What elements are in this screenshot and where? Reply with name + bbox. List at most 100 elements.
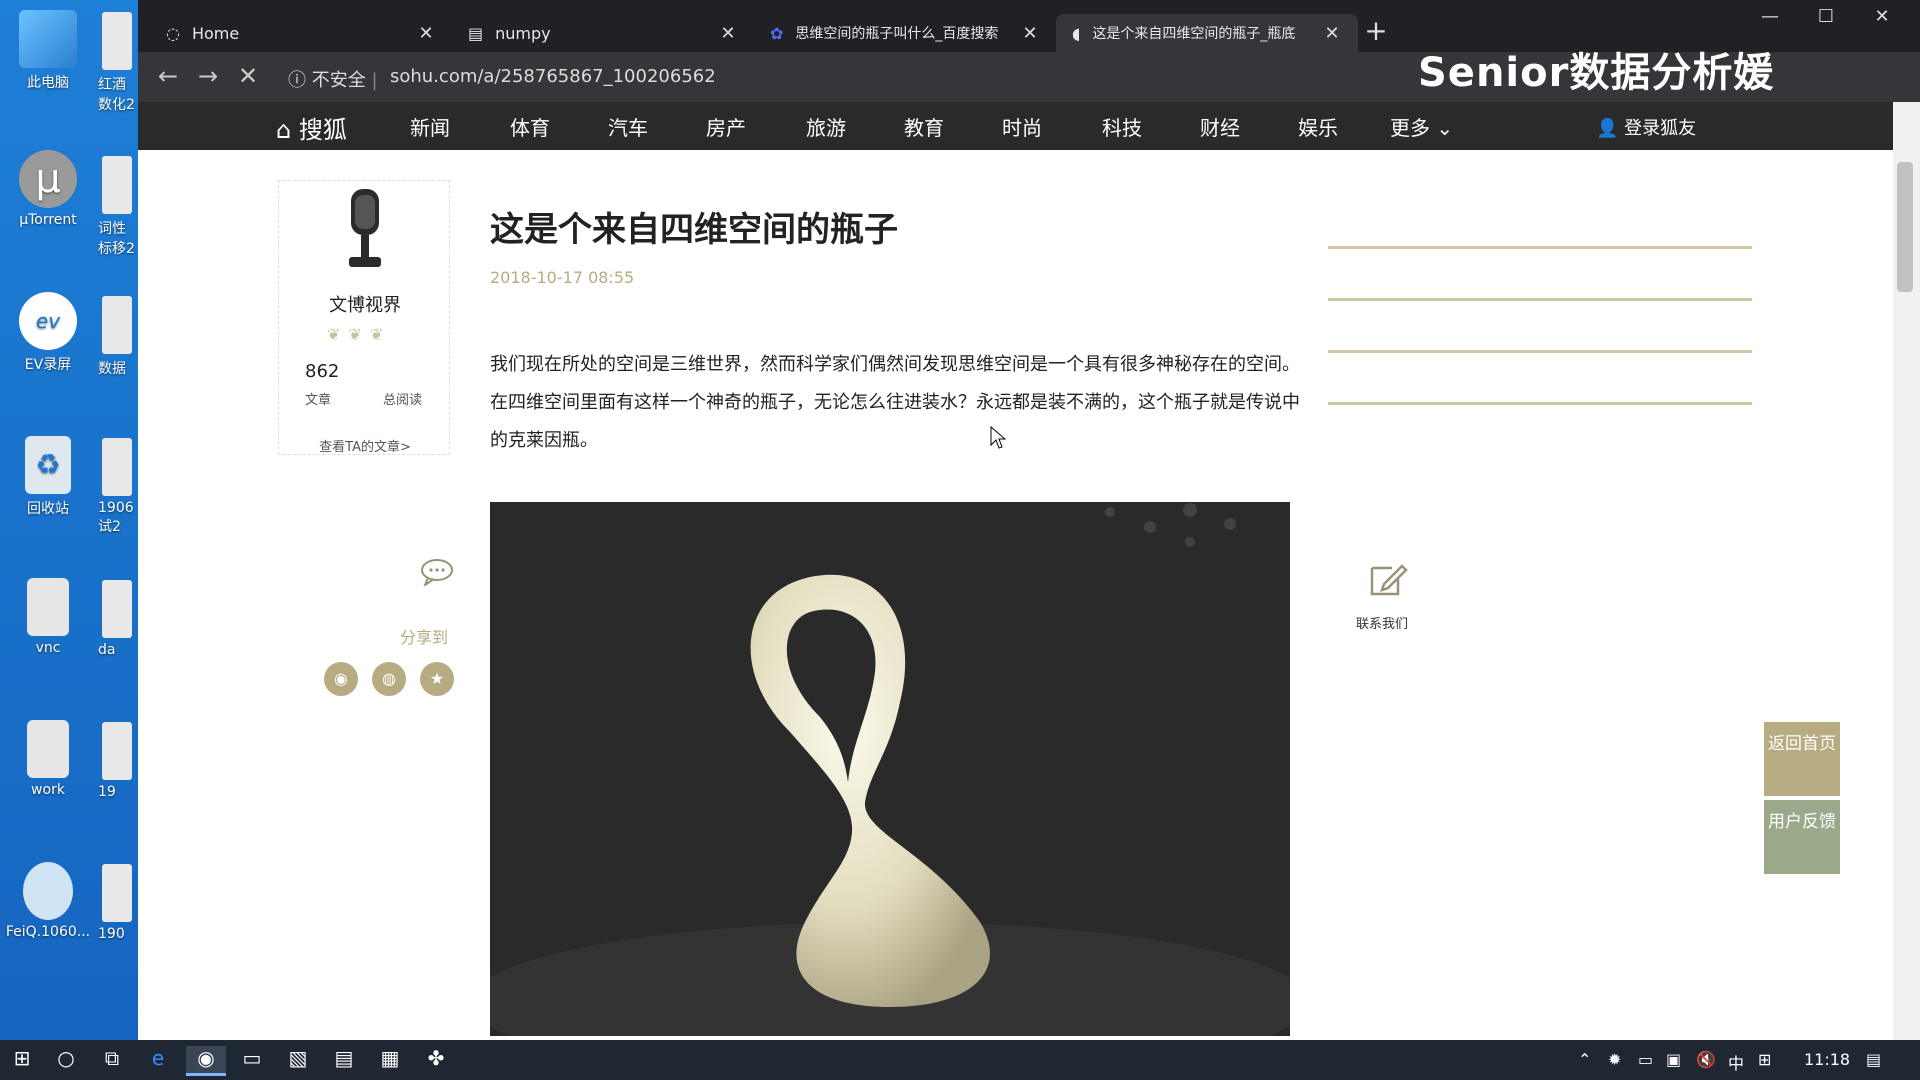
contact-us-link[interactable]: 联系我们 <box>1356 613 1408 632</box>
view-author-articles-link[interactable]: 查看TA的文章> <box>279 436 451 455</box>
desktop-icon-feiq[interactable]: FeiQ.1060... <box>0 862 96 940</box>
tab-article[interactable]: ◖ 这是个来自四维空间的瓶子_瓶底 ✕ <box>1056 14 1358 52</box>
new-tab-button[interactable]: + <box>1358 14 1394 50</box>
desktop-icon-ev[interactable]: ev EV录屏 <box>0 292 96 374</box>
file-icon <box>102 296 132 354</box>
tray-app-icon[interactable]: ✹ <box>1608 1050 1621 1069</box>
nav-item-auto[interactable]: 汽车 <box>608 112 648 141</box>
computer-icon <box>19 10 77 68</box>
task-view-icon[interactable]: ⧉ <box>92 1046 132 1076</box>
app-icon[interactable]: ✤ <box>416 1046 456 1076</box>
site-nav: ⌂ 搜狐 新闻 体育 汽车 房产 旅游 教育 时尚 科技 财经 娱乐 更多 ⌄ … <box>138 102 1920 150</box>
nav-item-education[interactable]: 教育 <box>904 112 944 141</box>
desktop-icon-vnc[interactable]: vnc <box>0 578 96 656</box>
klein-bottle-image <box>490 502 1290 1036</box>
tab-numpy[interactable]: ▤ numpy ✕ <box>452 14 754 52</box>
nav-item-tech[interactable]: 科技 <box>1102 112 1142 141</box>
weibo-share-icon[interactable]: ◉ <box>324 662 358 696</box>
qzone-share-icon[interactable]: ★ <box>420 662 454 696</box>
clock[interactable]: 11:18 <box>1804 1050 1850 1069</box>
back-button[interactable]: ← <box>150 62 186 90</box>
app-icon[interactable]: ▧ <box>278 1046 318 1076</box>
nav-item-more[interactable]: 更多 ⌄ <box>1390 112 1453 141</box>
archive-icon <box>27 578 69 636</box>
scrollbar[interactable] <box>1893 102 1920 1040</box>
close-window-button[interactable]: ✕ <box>1854 6 1910 27</box>
wechat-share-icon[interactable]: ◍ <box>372 662 406 696</box>
loading-icon: ◌ <box>166 23 180 43</box>
close-icon[interactable]: ✕ <box>1020 23 1040 44</box>
user-icon: 👤 <box>1596 118 1619 139</box>
notifications-icon[interactable]: ▤ <box>1866 1050 1881 1069</box>
volume-muted-icon[interactable]: 🔇 <box>1696 1050 1716 1069</box>
cortana-search-icon[interactable]: ○ <box>46 1046 86 1076</box>
feiq-icon <box>23 862 73 920</box>
tab-baidu-search[interactable]: ✿ 思维空间的瓶子叫什么_百度搜索 ✕ <box>754 14 1056 52</box>
network-icon[interactable]: ▣ <box>1666 1050 1681 1069</box>
feedback-button[interactable]: 用户反馈 <box>1764 800 1840 874</box>
desktop-icon-partial[interactable]: 19 <box>98 722 138 800</box>
windows-start-icon[interactable]: ⊞ <box>2 1046 42 1076</box>
microphone-icon <box>349 189 381 267</box>
file-explorer-icon[interactable]: ▭ <box>232 1046 272 1076</box>
file-icon <box>102 580 132 638</box>
comment-icon[interactable] <box>420 558 454 586</box>
battery-icon[interactable]: ▭ <box>1638 1050 1653 1069</box>
taskbar: ⊞ ○ ⧉ e ◉ ▭ ▧ ▤ ▦ ✤ ⌃ ✹ ▭ ▣ 🔇 中 ⊞ 11:18 … <box>0 1040 1920 1080</box>
desktop-icon-partial[interactable]: da <box>98 580 138 658</box>
back-home-button[interactable]: 返回首页 <box>1764 722 1840 796</box>
nav-item-news[interactable]: 新闻 <box>410 112 450 141</box>
security-indicator[interactable]: ⓘ 不安全 | <box>288 66 378 92</box>
stop-button[interactable]: ✕ <box>230 62 266 90</box>
sohu-logo[interactable]: ⌂ 搜狐 <box>276 110 347 145</box>
close-icon[interactable]: ✕ <box>718 23 738 44</box>
desktop-icon-recycle-bin[interactable]: ♻ 回收站 <box>0 436 96 518</box>
utorrent-icon: µ <box>19 150 77 208</box>
nav-item-sports[interactable]: 体育 <box>510 112 550 141</box>
nav-item-fashion[interactable]: 时尚 <box>1002 112 1042 141</box>
nav-item-travel[interactable]: 旅游 <box>806 112 846 141</box>
nav-item-ent[interactable]: 娱乐 <box>1298 112 1338 141</box>
minimize-button[interactable]: — <box>1742 6 1798 27</box>
sidebar-divider <box>1328 246 1752 249</box>
badge-icon: ❦ <box>369 325 392 344</box>
author-name[interactable]: 文博视界 <box>279 291 451 317</box>
scrollbar-thumb[interactable] <box>1897 162 1913 292</box>
nav-item-finance[interactable]: 财经 <box>1200 112 1240 141</box>
desktop: 此电脑 µ µTorrent ev EV录屏 ♻ 回收站 vnc work Fe… <box>0 0 138 1040</box>
desktop-icon-partial[interactable]: 红酒数化2 <box>98 12 138 114</box>
badge-icon: ❦ <box>327 325 349 344</box>
page-icon: ▤ <box>468 23 484 43</box>
forward-button[interactable]: → <box>190 62 226 90</box>
url-field[interactable]: sohu.com/a/258765867_100206562 <box>390 66 716 87</box>
desktop-icon-work[interactable]: work <box>0 720 96 798</box>
keyboard-icon[interactable]: ⊞ <box>1758 1050 1771 1069</box>
archive-icon <box>27 720 69 778</box>
ime-indicator[interactable]: 中 <box>1728 1050 1744 1074</box>
chevron-up-icon[interactable]: ⌃ <box>1578 1050 1591 1069</box>
desktop-icon-utorrent[interactable]: µ µTorrent <box>0 150 96 228</box>
file-icon <box>102 864 132 922</box>
desktop-icon-partial[interactable]: 词性标移2 <box>98 156 138 258</box>
edge-icon[interactable]: e <box>138 1046 178 1076</box>
desktop-icon-partial[interactable]: 数据 <box>98 296 138 378</box>
login-link[interactable]: 👤 登录狐友 <box>1596 114 1696 140</box>
article-page: 文博视界 ❦❦❦ 862 文章 总阅读 查看TA的文章> 分享到 ◉ ◍ ★ 这… <box>138 150 1893 1040</box>
edit-icon[interactable] <box>1368 560 1408 598</box>
nav-item-house[interactable]: 房产 <box>706 112 746 141</box>
terminal-icon[interactable]: ▤ <box>324 1046 364 1076</box>
maximize-button[interactable]: ☐ <box>1798 6 1854 27</box>
chrome-icon[interactable]: ◉ <box>186 1046 226 1076</box>
close-icon[interactable]: ✕ <box>416 23 436 44</box>
desktop-icon-this-pc[interactable]: 此电脑 <box>0 10 96 92</box>
home-icon: ⌂ <box>276 116 292 144</box>
tab-home[interactable]: ◌ Home ✕ <box>150 14 452 52</box>
klein-bottle-illustration <box>490 502 1290 1036</box>
desktop-icon-partial[interactable]: 190 <box>98 864 138 942</box>
reads-label: 总阅读 <box>383 393 423 408</box>
close-icon[interactable]: ✕ <box>1322 23 1342 44</box>
desktop-icon-partial[interactable]: 1906试2 <box>98 438 138 536</box>
browser-window: ◌ Home ✕ ▤ numpy ✕ ✿ 思维空间的瓶子叫什么_百度搜索 ✕ ◖… <box>138 0 1920 1040</box>
article-title: 这是个来自四维空间的瓶子 <box>490 210 898 250</box>
app-icon[interactable]: ▦ <box>370 1046 410 1076</box>
